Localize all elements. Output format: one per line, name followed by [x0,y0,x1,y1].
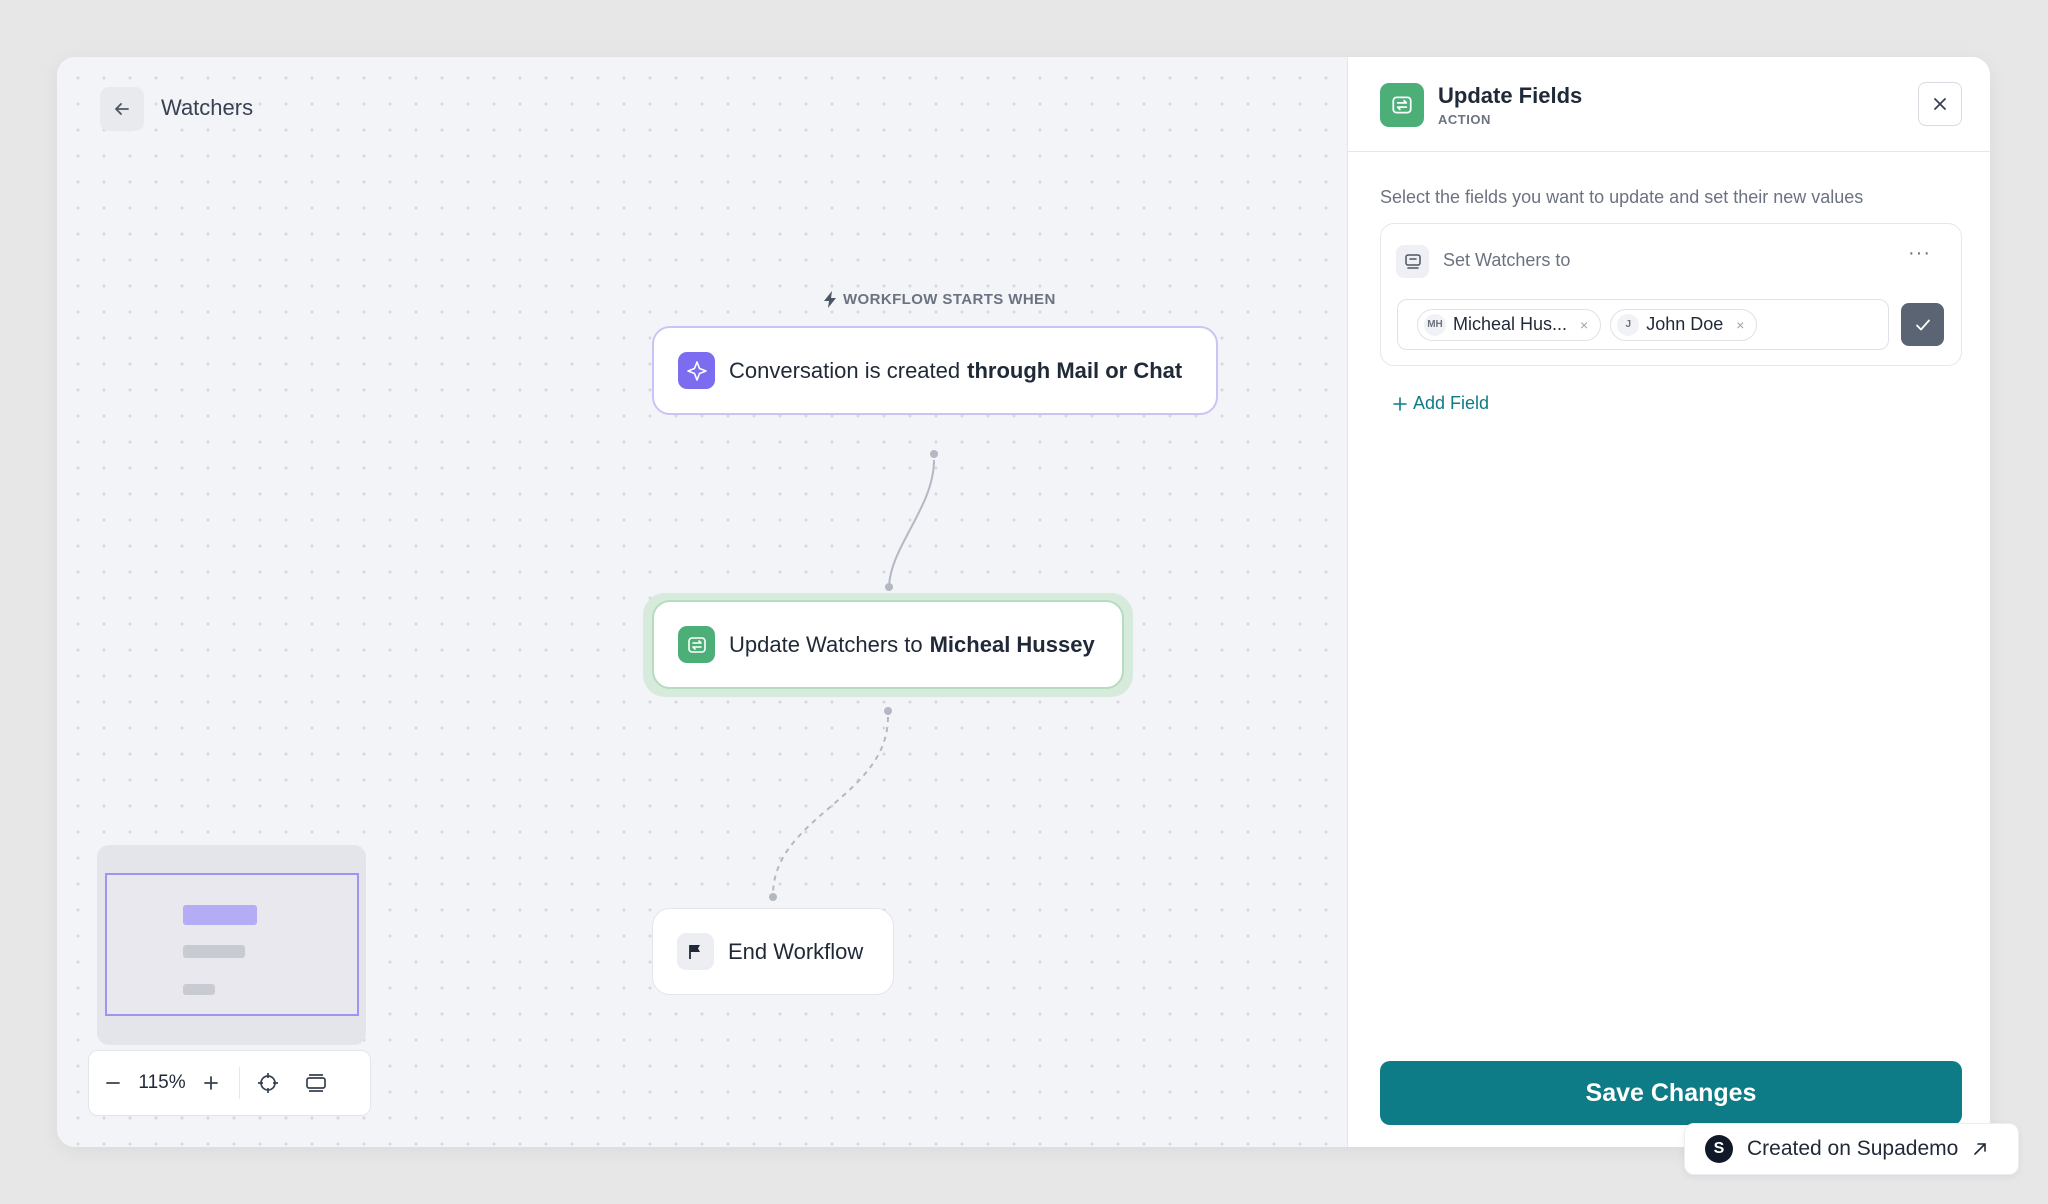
supademo-logo: S [1705,1135,1733,1163]
chip-label: John Doe [1646,314,1724,334]
panel-header: Update Fields ACTION [1348,57,1990,152]
sparkle-icon [678,352,715,389]
end-text: End Workflow [728,938,864,964]
plus-icon [1393,396,1407,411]
supademo-badge[interactable]: S Created on Supademo [1684,1123,2019,1175]
panel-title: Update Fields [1438,83,1583,108]
action-bold-text: Micheal Hussey [929,631,1095,657]
end-node[interactable]: End Workflow [652,908,894,995]
fit-view-button[interactable] [292,1059,340,1107]
fit-view-icon [306,1074,326,1092]
field-type-icon [1396,245,1429,278]
save-changes-button[interactable]: Save Changes [1380,1061,1962,1125]
minimap-node-end [183,984,215,995]
action-text: Update Watchers to [729,631,923,657]
side-panel: Update Fields ACTION Select the fields y… [1347,57,1990,1147]
field-card: Set Watchers to ··· MH Micheal Hus... × … [1380,223,1962,366]
external-link-icon [1974,1143,1987,1155]
watcher-chip[interactable]: MH Micheal Hus... × [1417,308,1602,341]
minimap-viewport[interactable] [105,873,359,1016]
chip-label: Micheal Hus... [1453,314,1568,334]
field-title: Set Watchers to [1443,250,1571,270]
more-options-icon[interactable]: ··· [1908,242,1931,265]
flag-icon [677,933,714,970]
minimap-node-action [183,945,245,958]
confirm-button[interactable] [1901,303,1944,346]
check-icon [1915,319,1930,330]
add-field-label: Add Field [1413,393,1490,413]
start-label-text: WORKFLOW STARTS WHEN [843,291,1056,308]
swap-icon [678,626,715,663]
panel-subtitle: ACTION [1438,112,1491,127]
remove-chip-icon[interactable]: × [1580,317,1588,333]
minus-icon [106,1082,120,1084]
supademo-text: Created on Supademo [1747,1137,1959,1160]
swap-icon [1380,83,1424,127]
avatar: MH [1424,313,1446,336]
add-field-button[interactable]: Add Field [1393,393,1489,414]
watchers-input[interactable]: MH Micheal Hus... × J John Doe × [1397,299,1889,350]
panel-description: Select the fields you want to update and… [1380,187,1864,207]
minimap-node-trigger [183,905,257,925]
trigger-text: Conversation is created [729,357,961,383]
close-icon [1934,98,1946,110]
recenter-button[interactable] [244,1059,292,1107]
action-node[interactable]: Update Watchers to Micheal Hussey [652,600,1124,689]
zoom-controls: 115% [88,1050,371,1116]
zoom-separator [239,1067,240,1099]
crosshair-icon [258,1073,278,1093]
plus-icon [204,1076,218,1090]
trigger-bold-text: through Mail or Chat [967,357,1183,383]
zoom-in-button[interactable] [187,1059,235,1107]
workflow-start-label: WORKFLOW STARTS WHEN [824,291,1056,308]
trigger-node[interactable]: Conversation is created through Mail or … [652,326,1218,415]
bolt-icon [824,291,836,308]
app-window: Watchers WORKFLOW STARTS WHEN Conversati… [57,57,1990,1147]
close-button[interactable] [1918,82,1962,126]
zoom-out-button[interactable] [89,1059,137,1107]
watcher-chip[interactable]: J John Doe × [1610,308,1758,341]
remove-chip-icon[interactable]: × [1736,317,1744,333]
zoom-level: 115% [138,1072,186,1093]
workflow-canvas[interactable]: Watchers WORKFLOW STARTS WHEN Conversati… [57,57,1347,1147]
avatar: J [1617,313,1640,336]
minimap[interactable] [97,845,366,1045]
